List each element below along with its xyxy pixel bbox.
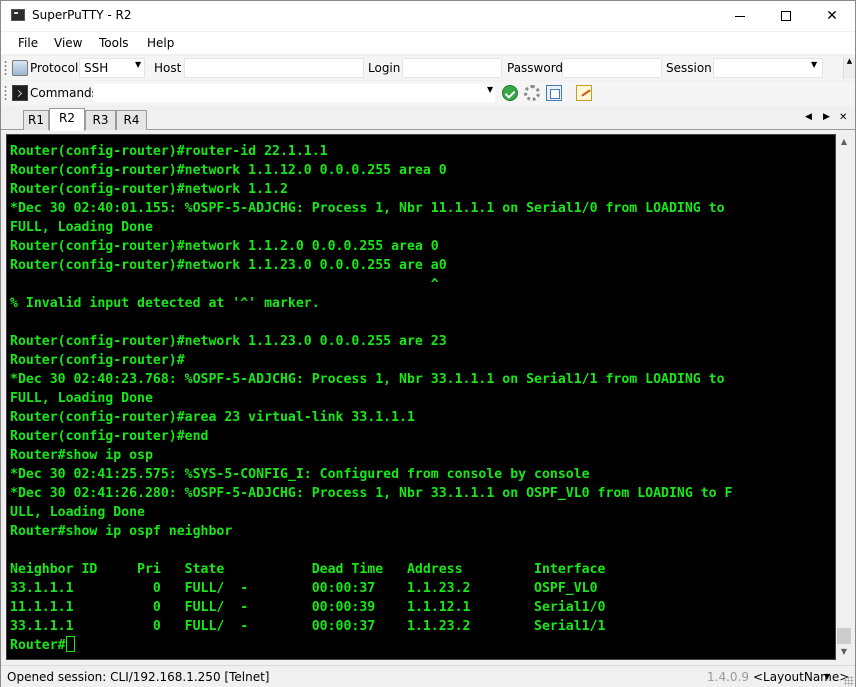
terminal-line: Router(config-router)#router-id 22.1.1.1 — [10, 144, 328, 159]
close-button[interactable]: ✕ — [809, 1, 855, 31]
terminal-line: Router#show ip ospf neighbor — [10, 524, 233, 539]
maximize-icon — [781, 11, 791, 21]
scroll-down-icon[interactable]: ▼ — [836, 644, 852, 660]
terminal-line: FULL, Loading Done — [10, 391, 153, 406]
notepad-icon[interactable] — [576, 85, 592, 101]
minimize-icon — [735, 15, 745, 17]
protocol-dropdown-icon[interactable]: ▼ — [135, 60, 141, 69]
terminal-line: FULL, Loading Done — [10, 220, 153, 235]
tab-close-icon[interactable]: ✕ — [839, 112, 847, 123]
tab-r4[interactable]: R4 — [116, 110, 147, 130]
terminal-line: Router(config-router)#network 1.1.2 — [10, 182, 288, 197]
minimize-button[interactable] — [717, 1, 763, 31]
terminal-output[interactable]: Router(config-router)#router-id 22.1.1.1… — [6, 134, 836, 660]
host-input[interactable] — [184, 58, 364, 78]
terminal-prompt: Router# — [10, 638, 66, 653]
resize-grip[interactable] — [844, 676, 854, 686]
menu-help[interactable]: Help — [147, 36, 174, 50]
host-label: Host — [154, 61, 182, 75]
terminal-app-icon — [11, 9, 25, 21]
scrollbar-thumb[interactable] — [837, 628, 851, 644]
toolbar-grip[interactable] — [4, 85, 7, 101]
login-label: Login — [368, 61, 401, 75]
terminal-line: Router(config-router)#network 1.1.23.0 0… — [10, 258, 447, 273]
commands-label: Commands — [30, 86, 98, 100]
terminal-line: *Dec 30 02:41:26.280: %OSPF-5-ADJCHG: Pr… — [10, 486, 733, 501]
password-input[interactable] — [562, 58, 662, 78]
terminal-scrollbar[interactable]: ▲ ▼ — [836, 134, 852, 660]
terminal-line: 33.1.1.1 0 FULL/ - 00:00:37 1.1.23.2 Ser… — [10, 619, 606, 634]
tab-scroll-left-icon[interactable]: ◀ — [805, 112, 812, 122]
run-icon[interactable] — [502, 85, 518, 101]
window-title: SuperPuTTY - R2 — [32, 8, 132, 22]
tab-scroll-right-icon[interactable]: ▶ — [823, 112, 830, 122]
layout-dropdown-icon[interactable]: ▼ — [824, 672, 830, 681]
protocol-icon — [12, 60, 28, 76]
terminal-line: 11.1.1.1 0 FULL/ - 00:00:39 1.1.12.1 Ser… — [10, 600, 606, 615]
terminal-line: Router(config-router)#end — [10, 429, 209, 444]
superputty-window: SuperPuTTY - R2 ✕ File View Tools Help P… — [0, 0, 856, 687]
toolbar-overflow-button[interactable]: ▲ — [843, 57, 855, 79]
terminal-prompt-line: Router# — [10, 636, 733, 655]
scroll-up-icon[interactable]: ▲ — [836, 134, 852, 150]
menu-view[interactable]: View — [54, 36, 82, 50]
tab-r3[interactable]: R3 — [85, 110, 116, 130]
menu-file[interactable]: File — [18, 36, 38, 50]
session-tab-strip: R1 R2 R3 R4 ◀ ▶ ✕ — [1, 106, 855, 131]
session-dropdown-icon[interactable]: ▼ — [811, 60, 817, 69]
terminal-panel: Router(config-router)#router-id 22.1.1.1… — [4, 132, 854, 662]
chevron-up-icon: ▲ — [846, 57, 853, 65]
session-label: Session — [666, 61, 712, 75]
tab-r1[interactable]: R1 — [23, 110, 49, 130]
settings-icon[interactable] — [524, 85, 540, 101]
toolbar-grip[interactable] — [4, 60, 7, 76]
commands-input[interactable] — [93, 83, 496, 103]
terminal-line: *Dec 30 02:40:23.768: %OSPF-5-ADJCHG: Pr… — [10, 372, 725, 387]
commands-toolbar: Commands ▼ — [1, 81, 855, 105]
terminal-cursor — [65, 636, 75, 652]
terminal-line: Router#show ip osp — [10, 448, 153, 463]
layout-selector[interactable]: <LayoutName> — [753, 670, 849, 684]
terminal-line: Router(config-router)#network 1.1.12.0 0… — [10, 163, 447, 178]
terminal-line: % Invalid input detected at '^' marker. — [10, 296, 320, 311]
terminal-line: ^ — [10, 277, 439, 292]
terminal-line: Router(config-router)#network 1.1.2.0 0.… — [10, 239, 439, 254]
terminal-lines: Router(config-router)#router-id 22.1.1.1… — [10, 142, 733, 655]
protocol-value: SSH — [84, 61, 109, 75]
commands-icon — [12, 85, 28, 101]
login-input[interactable] — [402, 58, 502, 78]
terminal-line: ULL, Loading Done — [10, 505, 145, 520]
terminal-line: Router(config-router)#network 1.1.23.0 0… — [10, 334, 447, 349]
version-label: 1.4.0.9 — [707, 670, 749, 684]
paste-icon[interactable] — [546, 85, 562, 101]
terminal-line: *Dec 30 02:40:01.155: %OSPF-5-ADJCHG: Pr… — [10, 201, 725, 216]
password-label: Password — [507, 61, 564, 75]
tab-r2[interactable]: R2 — [49, 108, 85, 131]
maximize-button[interactable] — [763, 1, 809, 31]
connection-toolbar: Protocol SSH ▼ Host Login Password Sessi… — [1, 56, 855, 80]
terminal-line: Router(config-router)# — [10, 353, 185, 368]
menu-bar: File View Tools Help — [1, 32, 855, 54]
protocol-label: Protocol — [30, 61, 79, 75]
status-bar: Opened session: CLI/192.168.1.250 [Telne… — [1, 665, 855, 687]
session-select[interactable] — [713, 58, 823, 78]
session-status: Opened session: CLI/192.168.1.250 [Telne… — [7, 670, 270, 684]
title-bar: SuperPuTTY - R2 ✕ — [1, 1, 855, 31]
terminal-line: *Dec 30 02:41:25.575: %SYS-5-CONFIG_I: C… — [10, 467, 590, 482]
close-icon: ✕ — [826, 8, 838, 24]
terminal-line: Neighbor ID Pri State Dead Time Address … — [10, 562, 606, 577]
commands-dropdown-icon[interactable]: ▼ — [487, 85, 493, 94]
menu-tools[interactable]: Tools — [99, 36, 129, 50]
terminal-line: 33.1.1.1 0 FULL/ - 00:00:37 1.1.23.2 OSP… — [10, 581, 598, 596]
terminal-line: Router(config-router)#area 23 virtual-li… — [10, 410, 415, 425]
